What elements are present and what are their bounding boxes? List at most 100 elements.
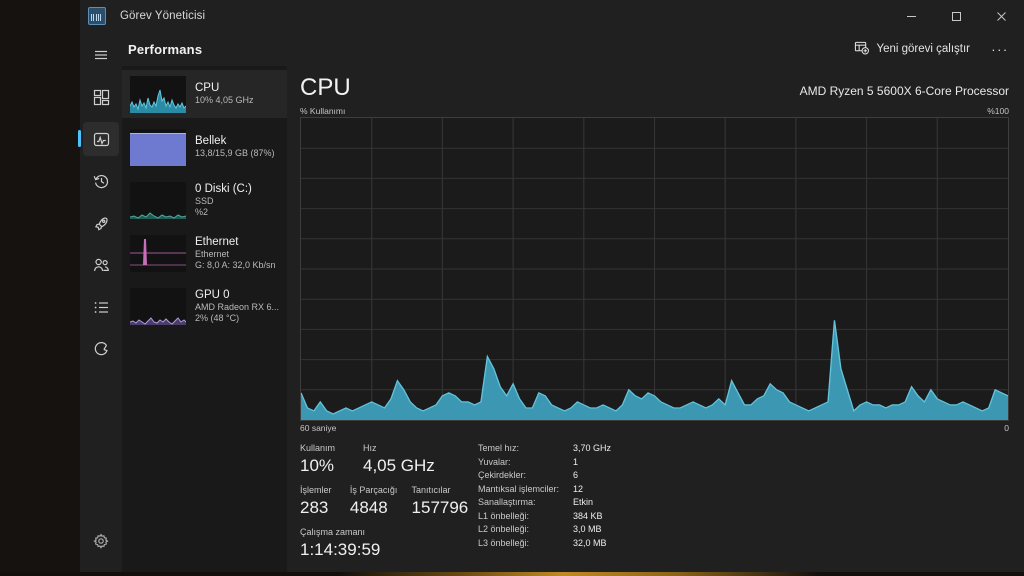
cpu-stats-left: Kullanım 10% Hız 4,05 GHz İşlemler 283 İ… — [300, 442, 475, 561]
spec-value: 12 — [573, 483, 584, 494]
sidebar-item-settings[interactable] — [83, 524, 119, 558]
sidebar-item-services[interactable] — [83, 332, 119, 366]
sidebar-item-users[interactable] — [83, 248, 119, 282]
stat-label: Çalışma zamanı — [300, 527, 366, 537]
spec-value: 3,70 GHz — [573, 443, 612, 453]
resource-item-text: 0 Diski (C:) SSD %2 — [195, 183, 252, 218]
detail-header: CPU AMD Ryzen 5 5600X 6-Core Processor — [300, 74, 1009, 102]
resource-sub2: %2 — [195, 206, 209, 217]
resource-list: CPU 10% 4,05 GHz Bellek 13,8/15,9 GB (87… — [122, 66, 287, 572]
graph-x-axis-end: 0 — [1004, 423, 1009, 433]
graph-top-labels: % Kullanımı %100 — [300, 106, 1009, 116]
graph-y-axis-label: % Kullanımı — [300, 106, 346, 116]
more-options-button[interactable]: ··· — [986, 37, 1014, 61]
users-icon — [93, 257, 110, 274]
resource-item-disk0[interactable]: 0 Diski (C:) SSD %2 — [122, 176, 287, 224]
content-area: Performans Yeni görevi çalıştır ··· CPU … — [122, 32, 1024, 572]
run-new-task-button[interactable]: Yeni görevi çalıştır — [846, 36, 978, 62]
history-clock-icon — [93, 173, 110, 190]
stat-value: 4,05 GHz — [363, 456, 435, 475]
sidebar-item-details[interactable] — [83, 290, 119, 324]
stat-utilization: Kullanım 10% — [300, 442, 355, 477]
resource-sub1: 13,8/15,9 GB (87%) — [195, 148, 275, 158]
stat-uptime: Çalışma zamanı 1:14:39:59 — [300, 526, 475, 561]
gpu-sparkline-thumbnail — [130, 287, 186, 325]
spec-key: L1 önbelleği: — [478, 510, 530, 521]
ethernet-spike-thumbnail — [130, 234, 186, 272]
startup-rocket-icon — [93, 215, 110, 232]
sidebar-item-startup-apps[interactable] — [83, 206, 119, 240]
window-controls — [889, 0, 1024, 32]
title-bar: Görev Yöneticisi — [80, 0, 1024, 32]
spec-key: Yuvalar: — [478, 456, 511, 467]
cpu-sparkline-thumbnail — [130, 75, 186, 113]
window-body: Performans Yeni görevi çalıştır ··· CPU … — [78, 32, 1024, 572]
stats-row: Kullanım 10% Hız 4,05 GHz — [300, 442, 475, 477]
spec-l1-cache: L1 önbelleği: 384 KB — [478, 510, 1009, 524]
cpu-usage-graph — [300, 117, 1009, 421]
spec-cores: Çekirdekler: 6 — [478, 469, 1009, 483]
stat-threads: İş Parçacığı 4848 — [350, 484, 412, 519]
stat-label: İşlemler — [300, 485, 332, 495]
spec-sockets: Yuvalar: 1 — [478, 456, 1009, 470]
resource-sub1: SSD — [195, 195, 214, 206]
close-button[interactable] — [979, 0, 1024, 32]
stat-processes: İşlemler 283 — [300, 484, 350, 519]
resource-name: GPU 0 — [195, 288, 230, 301]
task-manager-window: Görev Yöneticisi Performans Yeni görevi … — [78, 0, 1024, 572]
resource-item-ethernet[interactable]: Ethernet Ethernet G: 8,0 A: 32,0 Kb/sn — [122, 229, 287, 277]
hamburger-menu-button[interactable] — [83, 38, 119, 72]
stat-speed: Hız 4,05 GHz — [355, 442, 473, 477]
stats-row: İşlemler 283 İş Parçacığı 4848 Tanıtıcıl… — [300, 484, 475, 519]
spec-key: Mantıksal işlemciler: — [478, 483, 560, 494]
spec-base-speed: Temel hız: 3,70 GHz — [478, 442, 1009, 456]
resource-item-text: Bellek 13,8/15,9 GB (87%) — [195, 135, 275, 159]
resource-sub2: G: 8,0 A: 32,0 Kb/sn — [195, 259, 276, 270]
resource-sub1: Ethernet — [195, 248, 230, 259]
minimize-button[interactable] — [889, 0, 934, 32]
spec-logical-processors: Mantıksal işlemciler: 12 — [478, 483, 1009, 497]
new-task-icon — [854, 40, 870, 58]
resource-item-text: Ethernet Ethernet G: 8,0 A: 32,0 Kb/sn — [195, 236, 276, 271]
navigation-rail — [78, 32, 122, 572]
spec-value: Etkin — [573, 497, 594, 507]
stat-value: 10% — [300, 456, 335, 475]
page-title: Performans — [128, 41, 203, 57]
resource-name: Ethernet — [195, 235, 239, 248]
memory-fill-thumbnail — [130, 128, 186, 166]
task-manager-icon — [88, 7, 106, 25]
stat-handles: Tanıtıcılar 157796 — [412, 484, 475, 519]
services-gear-icon — [93, 341, 110, 358]
stats-row: Çalışma zamanı 1:14:39:59 — [300, 526, 475, 561]
sidebar-item-app-history[interactable] — [83, 164, 119, 198]
resource-item-memory[interactable]: Bellek 13,8/15,9 GB (87%) — [122, 123, 287, 171]
resource-item-text: GPU 0 AMD Radeon RX 6... 2% (48 °C) — [195, 289, 279, 324]
maximize-button[interactable] — [934, 0, 979, 32]
spec-value: 1 — [573, 456, 579, 467]
graph-x-axis-start: 60 saniye — [300, 423, 337, 433]
cpu-detail-panel: CPU AMD Ryzen 5 5600X 6-Core Processor %… — [287, 66, 1024, 572]
stat-label: Hız — [363, 443, 377, 453]
disk-sparkline-thumbnail — [130, 181, 186, 219]
spec-virtualization: Sanallaştırma: Etkin — [478, 496, 1009, 510]
sidebar-item-performance[interactable] — [78, 122, 119, 156]
resource-item-cpu[interactable]: CPU 10% 4,05 GHz — [122, 70, 287, 118]
stat-label: İş Parçacığı — [349, 485, 398, 495]
spec-value: 6 — [573, 470, 579, 480]
hamburger-menu-icon — [93, 47, 109, 63]
processes-grid-icon — [93, 89, 110, 106]
desktop-bottom-strip — [0, 572, 1024, 576]
details-list-icon — [93, 299, 110, 316]
sidebar-item-processes[interactable] — [83, 80, 119, 114]
spec-value: 32,0 MB — [573, 537, 607, 548]
graph-bottom-labels: 60 saniye 0 — [300, 423, 1009, 433]
stat-value: 1:14:39:59 — [300, 540, 381, 559]
desktop-left-strip — [0, 0, 80, 576]
stat-value: 157796 — [411, 498, 469, 517]
resource-item-gpu0[interactable]: GPU 0 AMD Radeon RX 6... 2% (48 °C) — [122, 282, 287, 330]
spec-l2-cache: L2 önbelleği: 3,0 MB — [478, 523, 1009, 537]
performance-main: CPU 10% 4,05 GHz Bellek 13,8/15,9 GB (87… — [122, 66, 1024, 572]
detail-title: CPU — [300, 74, 351, 101]
window-title: Görev Yöneticisi — [120, 10, 206, 22]
resource-sub2: 2% (48 °C) — [195, 312, 240, 323]
